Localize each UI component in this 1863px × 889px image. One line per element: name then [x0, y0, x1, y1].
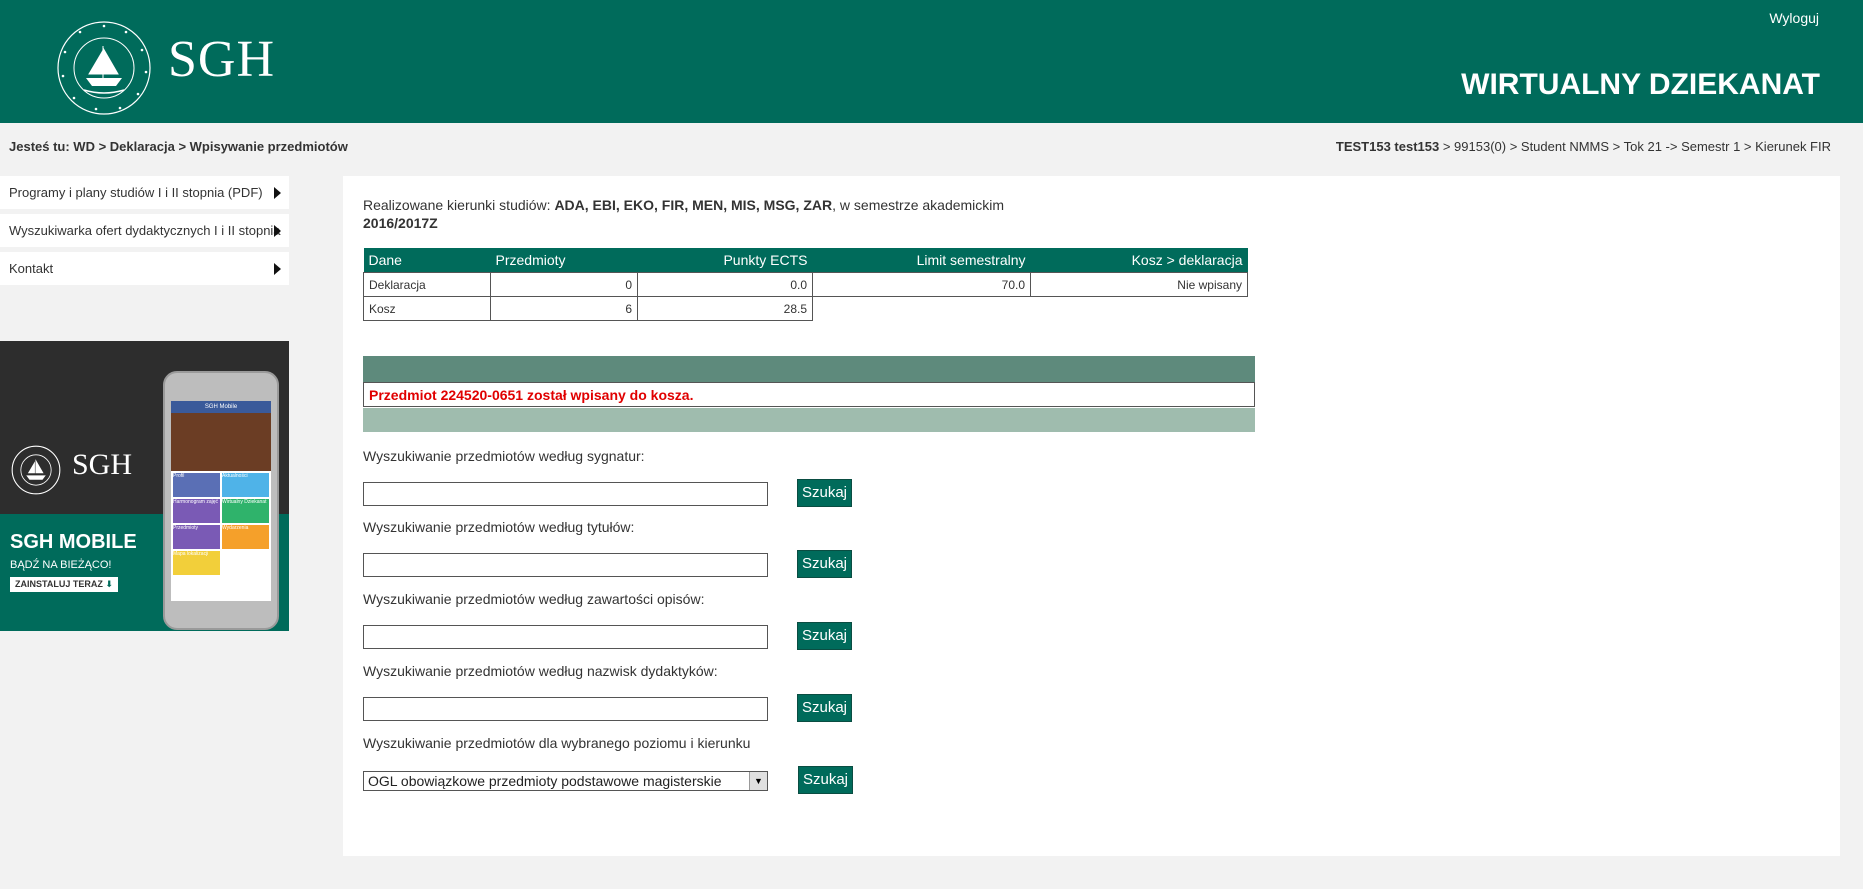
table-cell: 6 [490, 296, 638, 321]
table-cell: 0.0 [637, 272, 813, 297]
table-row: Deklaracja 0 0.0 70.0 Nie wpisany [363, 272, 1248, 297]
search-by-description-input[interactable] [363, 625, 768, 649]
search-by-level-label: Wyszukiwanie przedmiotów dla wybranego p… [363, 735, 751, 751]
main-panel: Realizowane kierunki studiów: ADA, EBI, … [343, 176, 1840, 856]
sidebar-item-label: Wyszukiwarka ofert dydaktycznych I i II … [9, 223, 281, 238]
message-header-bar [363, 356, 1255, 382]
table-cell-empty [1031, 297, 1248, 321]
phone-app-bar: SGH Mobile [171, 401, 271, 413]
search-by-description-label: Wyszukiwanie przedmiotów według zawartoś… [363, 591, 705, 607]
search-by-lecturer-label: Wyszukiwanie przedmiotów według nazwisk … [363, 663, 718, 679]
banner-tagline: BĄDŹ NA BIEŻĄCO! [10, 559, 112, 571]
sgh-seal-icon [11, 445, 61, 495]
sgh-mobile-banner[interactable]: SGH SGH MOBILE BĄDŹ NA BIEŻĄCO! ZAINSTAL… [0, 341, 289, 631]
arrow-right-icon [274, 225, 281, 237]
table-cell: 70.0 [812, 272, 1031, 297]
phone-tile: Harmonogram zajęć [173, 499, 220, 523]
programs-intro: Realizowane kierunki studiów: ADA, EBI, … [363, 196, 1063, 232]
arrow-right-icon [274, 187, 281, 199]
column-header: Dane [363, 248, 491, 273]
phone-tile: Aktualności [222, 473, 269, 497]
top-header: SGH Wyloguj WIRTUALNY DZIEKANAT [0, 0, 1863, 123]
logout-link[interactable]: Wyloguj [1769, 10, 1819, 26]
search-by-description-button[interactable]: Szukaj [797, 622, 852, 650]
table-cell: Kosz [363, 296, 491, 321]
search-by-lecturer-button[interactable]: Szukaj [797, 694, 852, 722]
column-header: Przedmioty [490, 248, 638, 273]
user-context-path: TEST153 test153 > 99153(0) > Student NMM… [1336, 139, 1831, 154]
level-program-selected: OGL obowiązkowe przedmioty podstawowe ma… [368, 773, 722, 789]
search-by-signature-button[interactable]: Szukaj [797, 479, 852, 507]
programs-intro-prefix: Realizowane kierunki studiów: [363, 197, 555, 213]
phone-tile: Wydarzenia [222, 525, 269, 549]
search-by-title-label: Wyszukiwanie przedmiotów według tytułów: [363, 519, 635, 535]
chevron-down-icon[interactable]: ▼ [749, 772, 767, 790]
sgh-seal-icon [57, 21, 151, 115]
phone-tile [222, 551, 269, 575]
programs-list: ADA, EBI, EKO, FIR, MEN, MIS, MSG, ZAR [554, 197, 833, 213]
user-context-details: > 99153(0) > Student NMMS > Tok 21 -> Se… [1439, 139, 1831, 154]
sidebar-item-programs[interactable]: Programy i plany studiów I i II stopnia … [0, 176, 289, 209]
table-cell-empty [813, 297, 1031, 321]
sidebar-item-offer-search[interactable]: Wyszukiwarka ofert dydaktycznych I i II … [0, 214, 289, 247]
phone-screen: SGH Mobile Profil Aktualności Harmonogra… [171, 401, 271, 601]
sidebar-item-contact[interactable]: Kontakt [0, 252, 289, 285]
summary-table: Dane Przedmioty Punkty ECTS Limit semest… [363, 248, 1248, 321]
download-icon: ⬇ [105, 579, 113, 589]
phone-tile: Mapa lokalizacji [173, 551, 220, 575]
install-now-label: ZAINSTALUJ TERAZ [15, 579, 103, 589]
search-by-signature-input[interactable] [363, 482, 768, 506]
app-title: WIRTUALNY DZIEKANAT [1461, 68, 1820, 101]
phone-tile: Profil [173, 473, 220, 497]
phone-campus-photo [171, 413, 271, 471]
phone-tile-grid: Profil Aktualności Harmonogram zajęć Wir… [171, 471, 271, 577]
breadcrumb: Jesteś tu: WD > Deklaracja > Wpisywanie … [9, 139, 348, 154]
table-row: Kosz 6 28.5 [363, 296, 1248, 321]
user-name: TEST153 test153 [1335, 139, 1440, 154]
column-header: Limit semestralny [812, 248, 1031, 273]
sidebar-item-label: Kontakt [9, 261, 54, 276]
install-now-button[interactable]: ZAINSTALUJ TERAZ ⬇ [10, 577, 118, 592]
search-by-lecturer-input[interactable] [363, 697, 768, 721]
search-by-level-button[interactable]: Szukaj [798, 766, 853, 794]
phone-tile: Przedmioty [173, 525, 220, 549]
table-cell: 28.5 [637, 296, 813, 321]
banner-logo-text: SGH [72, 448, 133, 481]
phone-mockup: SGH Mobile Profil Aktualności Harmonogra… [163, 371, 279, 630]
search-by-title-button[interactable]: Szukaj [797, 550, 852, 578]
table-cell: Nie wpisany [1030, 272, 1248, 297]
success-message: Przedmiot 224520-0651 został wpisany do … [363, 382, 1255, 407]
message-footer-bar [363, 408, 1255, 432]
sidebar: Programy i plany studiów I i II stopnia … [0, 176, 289, 290]
table-cell: Deklaracja [363, 272, 491, 297]
banner-title: SGH MOBILE [10, 531, 137, 553]
sgh-logo-text: SGH [168, 31, 276, 88]
level-program-select[interactable]: OGL obowiązkowe przedmioty podstawowe ma… [363, 771, 768, 791]
table-cell: 0 [490, 272, 638, 297]
search-by-signature-label: Wyszukiwanie przedmiotów według sygnatur… [363, 448, 645, 464]
arrow-right-icon [274, 263, 281, 275]
table-header-row: Dane Przedmioty Punkty ECTS Limit semest… [363, 248, 1248, 273]
sidebar-item-label: Programy i plany studiów I i II stopnia … [9, 185, 263, 200]
search-by-title-input[interactable] [363, 553, 768, 577]
semester-value: 2016/2017Z [363, 215, 438, 231]
column-header: Kosz > deklaracja [1030, 248, 1248, 273]
column-header: Punkty ECTS [637, 248, 813, 273]
phone-tile: Wirtualny Dziekanat [222, 499, 269, 523]
programs-intro-middle: , w semestrze akademickim [832, 197, 1005, 213]
